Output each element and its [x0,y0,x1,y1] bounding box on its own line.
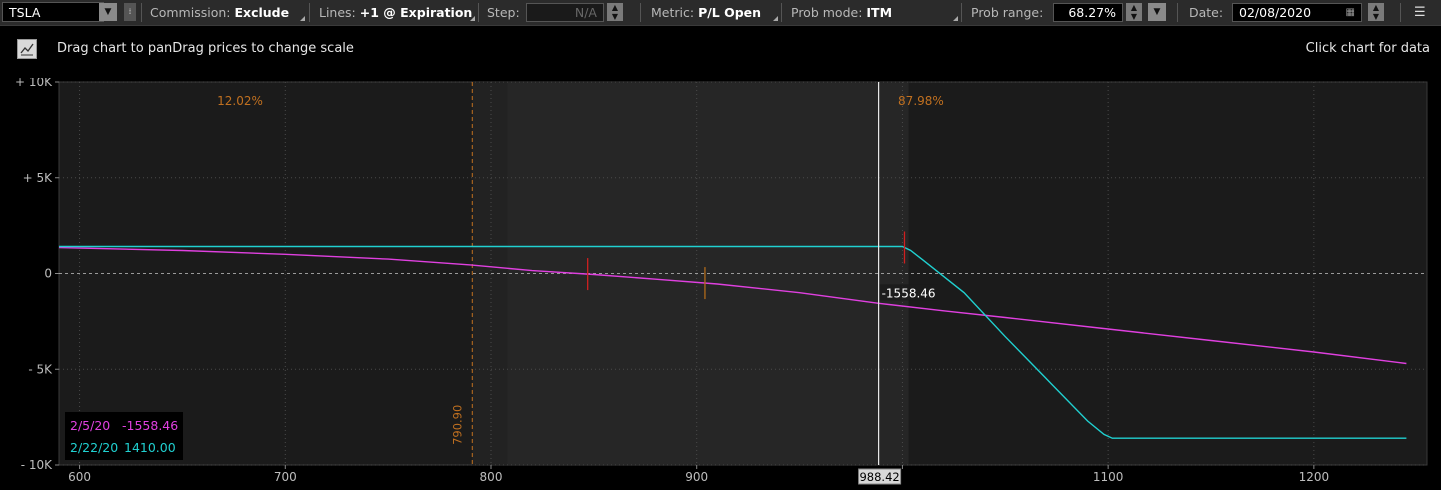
click-hint-text: Click chart for data [1305,41,1430,56]
symbol-dropdown-button[interactable]: ▼ [99,3,117,21]
probrange-field[interactable]: 68.27% [1053,3,1123,22]
separator [309,3,310,22]
x-tick-label: 1100 [1093,470,1124,484]
separator [1177,3,1178,22]
commission-value: Exclude [234,5,290,20]
probability-label: 87.98% [898,94,944,108]
lines-value: +1 @ Expiration [359,5,473,20]
probrange-stepper[interactable]: ▲ ▼ [1126,3,1142,21]
breakeven-label: 790.90 [450,405,464,445]
x-tick-label: 1200 [1299,470,1330,484]
probability-range-edge [472,82,508,465]
pl-chart[interactable]: + 10K + 5K 0 - 5K - 10K 600 700 800 900 1100 1200 7… [0,78,1441,490]
legend-date: 2/22/20 [70,440,118,455]
probmode-value: ITM [866,5,893,20]
y-tick-label: - 10K [21,458,53,472]
metric-label: Metric: [651,5,695,20]
y-tick-label: 0 [44,267,52,281]
lines-label: Lines: [319,5,356,20]
commission-dropdown-corner-icon[interactable] [300,16,305,21]
date-value: 02/08/2020 [1239,5,1312,20]
x-tick-label: 900 [685,470,708,484]
symbol-input[interactable]: TSLA [2,2,104,22]
cursor-value-label: -1558.46 [882,286,936,300]
lines-selector[interactable]: Lines: +1 @ Expiration [319,0,472,25]
separator [141,3,142,22]
separator [961,3,962,22]
separator [1400,3,1401,22]
separator [640,3,641,22]
date-label: Date: [1189,5,1224,20]
separator [478,3,479,22]
x-tick-label: 600 [68,470,91,484]
drag-hint-text: Drag chart to panDrag prices to change s… [57,41,354,56]
probrange-label: Prob range: [971,5,1044,20]
probmode-dropdown-corner-icon[interactable] [953,16,958,21]
probmode-selector[interactable]: Prob mode: ITM [791,0,892,25]
commission-label: Commission: [150,5,231,20]
date-field[interactable]: 02/08/2020 ▦ [1232,3,1362,22]
y-tick-label: - 5K [28,362,53,376]
legend-date: 2/5/20 [70,418,110,433]
commission-selector[interactable]: Commission: Exclude [150,0,289,25]
metric-dropdown-corner-icon[interactable] [773,16,778,21]
calendar-icon[interactable]: ▦ [1346,4,1355,21]
legend-value: -1558.46 [122,418,178,433]
metric-selector[interactable]: Metric: P/L Open [651,0,761,25]
cursor-price-label: 988.42 [859,470,899,484]
date-stepper[interactable]: ▲ ▼ [1368,3,1384,21]
x-tick-label: 800 [480,470,503,484]
legend-value: 1410.00 [124,440,176,455]
y-tick-label: + 5K [23,171,54,185]
link-icon[interactable]: ⁞ [124,3,136,21]
chart-type-icon[interactable] [17,39,37,59]
probrange-dropdown-button[interactable]: ▼ [1148,3,1166,21]
metric-value: P/L Open [698,5,762,20]
separator [781,3,782,22]
probmode-label: Prob mode: [791,5,863,20]
lines-dropdown-corner-icon[interactable] [470,16,475,21]
menu-list-icon[interactable]: ☰ [1414,0,1426,25]
y-tick-label: + 10K [15,78,53,89]
step-label: Step: [487,5,520,20]
probability-label: 12.02% [217,94,263,108]
toolbar: TSLA ▼ ⁞ Commission: Exclude Lines: +1 @… [0,0,1441,26]
x-tick-label: 700 [274,470,297,484]
step-field[interactable]: N/A [526,3,604,22]
step-stepper[interactable]: ▲ ▼ [607,3,623,21]
